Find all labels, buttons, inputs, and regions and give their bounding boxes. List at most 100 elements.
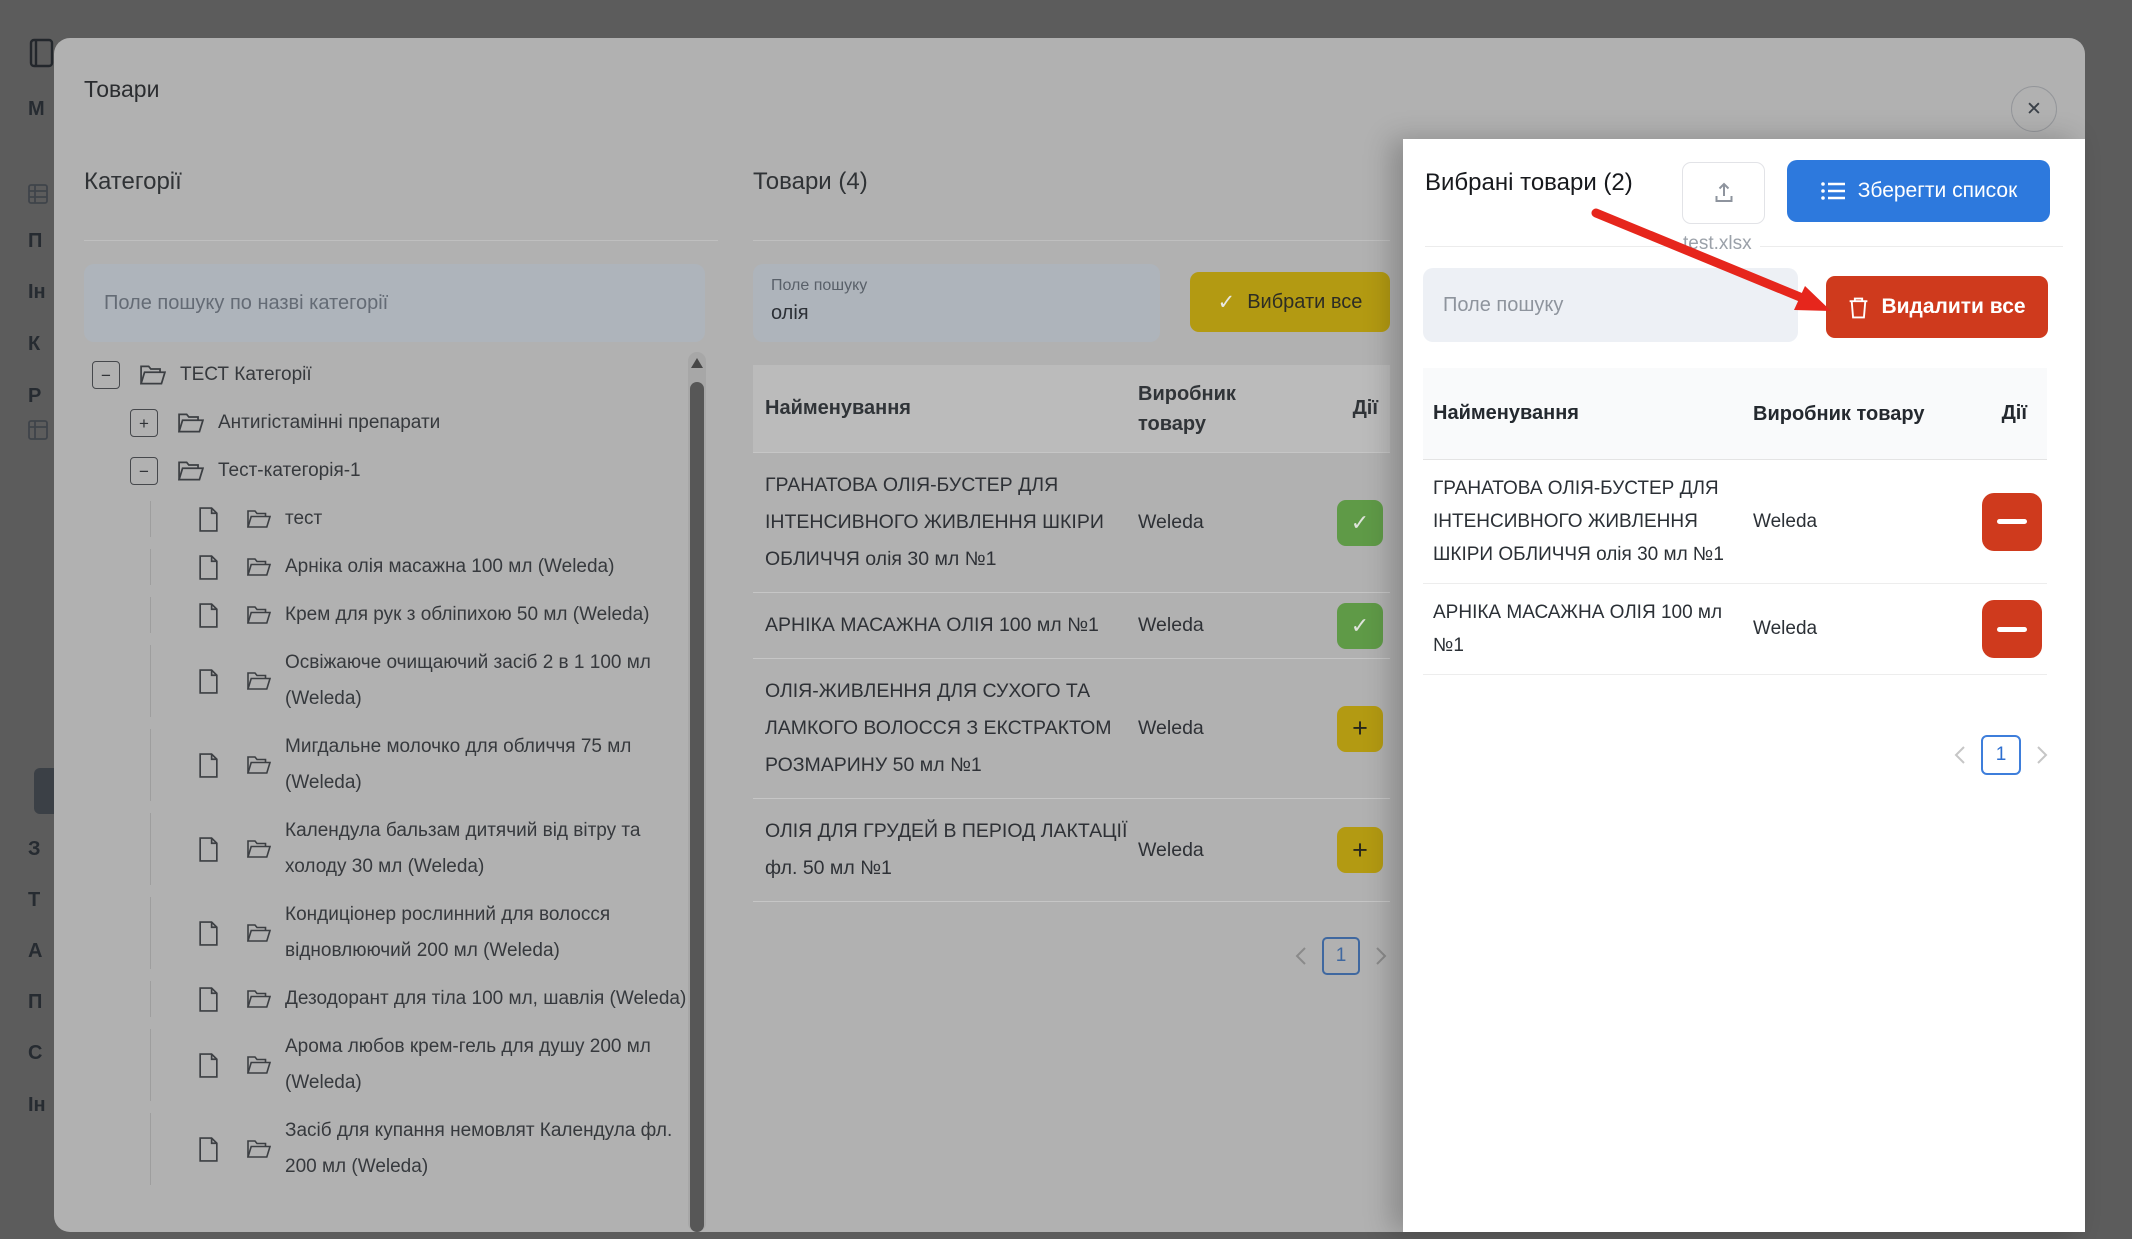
folder-open-icon [247, 989, 271, 1009]
folder-open-icon [247, 605, 271, 625]
product-search-input[interactable]: Поле пошуку олія [753, 264, 1160, 342]
plus-icon: + [1352, 835, 1368, 866]
modal-title: Товари [84, 76, 159, 103]
column-name: Найменування [753, 376, 1138, 441]
tree-item[interactable]: Кондиціонер рослинний для волосся віднов… [150, 897, 690, 969]
folder-open-icon [178, 412, 204, 434]
product-manufacturer: Weleda [1138, 614, 1298, 637]
folder-open-icon [247, 557, 271, 577]
selected-search-input[interactable] [1423, 268, 1798, 342]
table-icon [28, 420, 48, 445]
select-all-label: Вибрати все [1247, 291, 1362, 314]
add-product-button[interactable]: + [1337, 706, 1383, 752]
tree-item-label: Освіжаюче очищаючий засіб 2 в 1 100 мл (… [285, 645, 690, 717]
tree-item-label: Крем для рук з обліпихою 50 мл (Weleda) [285, 597, 649, 633]
document-icon [198, 921, 219, 946]
minus-icon [1997, 519, 2027, 524]
added-check-button[interactable]: ✓ [1337, 500, 1383, 546]
remove-product-button[interactable] [1982, 600, 2042, 658]
collapse-icon[interactable]: − [92, 361, 120, 389]
page-number[interactable]: 1 [1981, 735, 2021, 775]
next-page-icon[interactable] [2035, 744, 2049, 766]
tree-item-label: Кондиціонер рослинний для волосся віднов… [285, 897, 690, 969]
remove-product-button[interactable] [1982, 493, 2042, 551]
sidebar-item-p2: П [28, 991, 42, 1014]
tree-item[interactable]: Засіб для купання немовлят Календула фл.… [150, 1113, 690, 1185]
added-check-button[interactable]: ✓ [1337, 603, 1383, 649]
sidebar-item-t: Т [28, 889, 40, 912]
tree-item[interactable]: тест [150, 501, 690, 537]
column-actions: Дії [1298, 397, 1390, 420]
upload-icon [1712, 181, 1736, 205]
tree-item-label: ТЕСТ Категорії [180, 357, 312, 393]
tree-item[interactable]: Арома любов крем-гель для душу 200 мл (W… [150, 1029, 690, 1101]
divider [84, 240, 718, 241]
sidebar-item-in2: Ін [28, 1094, 46, 1117]
category-search-input[interactable] [84, 264, 705, 342]
column-name: Найменування [1423, 385, 1753, 442]
folder-open-icon [247, 509, 271, 529]
table-icon [28, 184, 48, 209]
document-icon [198, 603, 219, 628]
document-icon [198, 753, 219, 778]
sidebar-item-p: П [28, 230, 42, 253]
tree-item-label: Арома любов крем-гель для душу 200 мл (W… [285, 1029, 690, 1101]
tree-scrollbar-thumb[interactable] [690, 382, 704, 1232]
folder-open-icon [178, 460, 204, 482]
products-heading: Товари (4) [753, 168, 868, 196]
table-row: ГРАНАТОВА ОЛІЯ-БУСТЕР ДЛЯ ІНТЕНСИВНОГО Ж… [753, 452, 1390, 592]
folder-open-icon [247, 839, 271, 859]
tree-item-label: Дезодорант для тіла 100 мл, шавлія (Wele… [285, 981, 686, 1017]
delete-all-button[interactable]: Видалити все [1826, 276, 2048, 338]
select-all-button[interactable]: ✓ Вибрати все [1190, 272, 1390, 332]
selected-table-header: Найменування Виробник товару Дії [1423, 368, 2047, 460]
folder-open-icon [247, 755, 271, 775]
close-icon: ✕ [2026, 98, 2042, 121]
export-button[interactable] [1682, 162, 1765, 224]
column-manufacturer: Виробник товару [1138, 379, 1298, 439]
notebook-icon [28, 38, 54, 73]
folder-open-icon [140, 364, 166, 386]
search-value: олія [771, 302, 809, 325]
save-list-button[interactable]: Зберегти список [1787, 160, 2050, 222]
column-actions: Дії [1958, 402, 2047, 425]
list-icon [1820, 180, 1846, 202]
document-icon [198, 837, 219, 862]
table-row: АРНІКА МАСАЖНА ОЛІЯ 100 мл №1 Weleda [1423, 584, 2047, 675]
tree-item[interactable]: Освіжаюче очищаючий засіб 2 в 1 100 мл (… [150, 645, 690, 717]
minus-icon [1997, 627, 2027, 632]
document-icon [198, 1053, 219, 1078]
page-number[interactable]: 1 [1322, 937, 1360, 975]
products-modal: Товари ✕ Категорії − ТЕСТ Категорії + Ан… [54, 38, 2085, 1232]
products-pagination: 1 [1294, 937, 1388, 975]
scroll-up-arrow-icon[interactable] [691, 358, 703, 368]
sidebar-item-a: А [28, 940, 42, 963]
prev-page-icon[interactable] [1294, 945, 1308, 967]
tree-item[interactable]: Мигдальне молочко для обличчя 75 мл (Wel… [150, 729, 690, 801]
tree-item[interactable]: + Антигістамінні препарати [84, 405, 690, 441]
sidebar-item-z: З [28, 838, 41, 861]
folder-open-icon [247, 1139, 271, 1159]
check-icon: ✓ [1351, 510, 1369, 536]
add-product-button[interactable]: + [1337, 827, 1383, 873]
tree-item[interactable]: Дезодорант для тіла 100 мл, шавлія (Wele… [150, 981, 690, 1017]
product-manufacturer: Weleda [1138, 839, 1298, 862]
tree-item[interactable]: − Тест-категорія-1 [84, 453, 690, 489]
tree-item[interactable]: − ТЕСТ Категорії [84, 357, 690, 393]
product-name: ОЛІЯ-ЖИВЛЕННЯ ДЛЯ СУХОГО ТА ЛАМКОГО ВОЛО… [753, 659, 1138, 798]
folder-open-icon [247, 1055, 271, 1075]
tree-item[interactable]: Арніка олія масажна 100 мл (Weleda) [150, 549, 690, 585]
close-button[interactable]: ✕ [2011, 86, 2057, 132]
expand-icon[interactable]: + [130, 409, 158, 437]
collapse-icon[interactable]: − [130, 457, 158, 485]
tree-item[interactable]: Крем для рук з обліпихою 50 мл (Weleda) [150, 597, 690, 633]
check-icon: ✓ [1218, 290, 1236, 315]
screen: М П Ін К Р З Т А П С Ін Товари ✕ Категор… [0, 0, 2132, 1239]
category-tree: − ТЕСТ Категорії + Антигістамінні препар… [84, 357, 690, 1185]
next-page-icon[interactable] [1374, 945, 1388, 967]
prev-page-icon[interactable] [1953, 744, 1967, 766]
selected-products-panel: Вибрані товари (2) Зберегти список test.… [1403, 139, 2085, 1232]
exported-file-name: test.xlsx [1683, 233, 1760, 255]
tree-item[interactable]: Календула бальзам дитячий від вітру та х… [150, 813, 690, 885]
selected-table: Найменування Виробник товару Дії ГРАНАТО… [1423, 368, 2047, 675]
